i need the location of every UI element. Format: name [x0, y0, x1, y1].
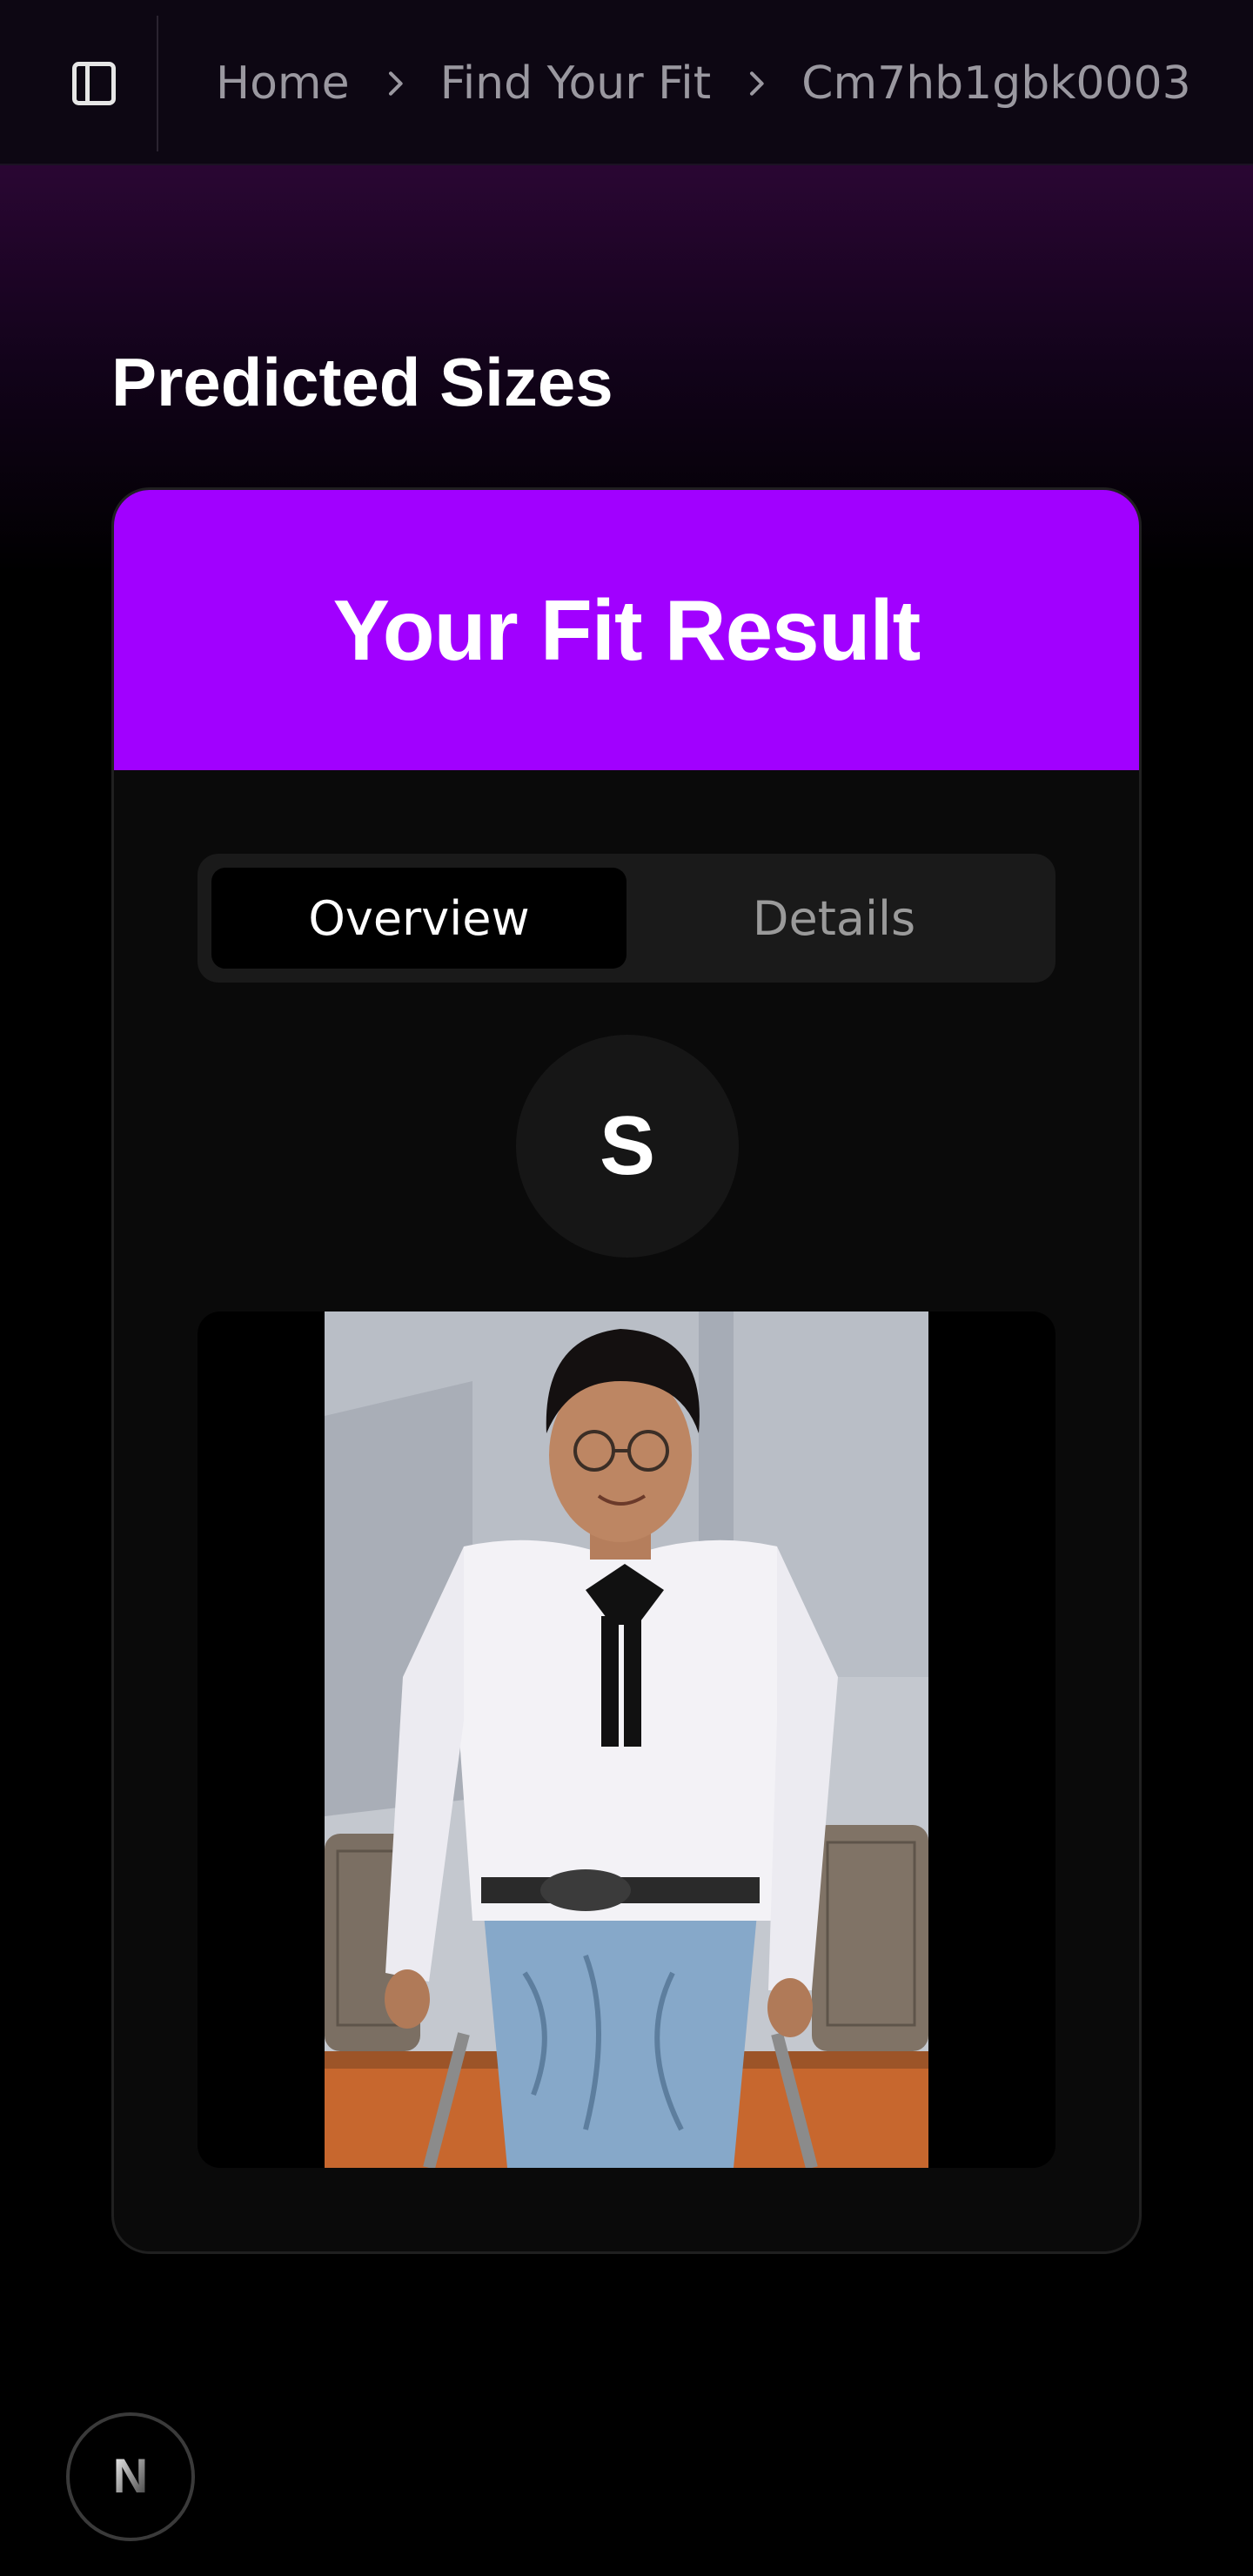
badge-letter: N: [113, 2448, 148, 2503]
page-title: Predicted Sizes: [111, 344, 613, 420]
chevron-right-icon: [350, 42, 440, 125]
fit-result-card: Your Fit Result Overview Details S: [111, 487, 1142, 2254]
nextjs-dev-badge[interactable]: N: [66, 2412, 195, 2541]
sidebar-toggle-button[interactable]: [49, 49, 139, 118]
chevron-right-icon: [711, 42, 801, 125]
top-bar: Home Find Your Fit Cm7hb1gbk0003: [0, 0, 1253, 165]
person-photo: [325, 1311, 928, 2168]
tab-details[interactable]: Details: [626, 868, 1042, 969]
sidebar-panel-icon: [72, 62, 116, 105]
nextjs-logo-icon: N: [113, 2448, 148, 2503]
breadcrumb-find-your-fit-link[interactable]: Find Your Fit: [440, 57, 712, 110]
tab-overview[interactable]: Overview: [211, 868, 626, 969]
card-header: Your Fit Result: [114, 490, 1139, 770]
predicted-size-badge: S: [516, 1035, 739, 1258]
result-tabs: Overview Details: [198, 854, 1055, 983]
card-title: Your Fit Result: [332, 581, 921, 678]
breadcrumb: Home Find Your Fit Cm7hb1gbk0003: [216, 42, 1197, 125]
breadcrumb-home-link[interactable]: Home: [216, 57, 350, 110]
photo-frame: [198, 1311, 1055, 2168]
topbar-divider: [157, 16, 158, 151]
breadcrumb-current-page: Cm7hb1gbk0003: [801, 57, 1191, 110]
page: Home Find Your Fit Cm7hb1gbk0003 Predict…: [0, 0, 1253, 2576]
